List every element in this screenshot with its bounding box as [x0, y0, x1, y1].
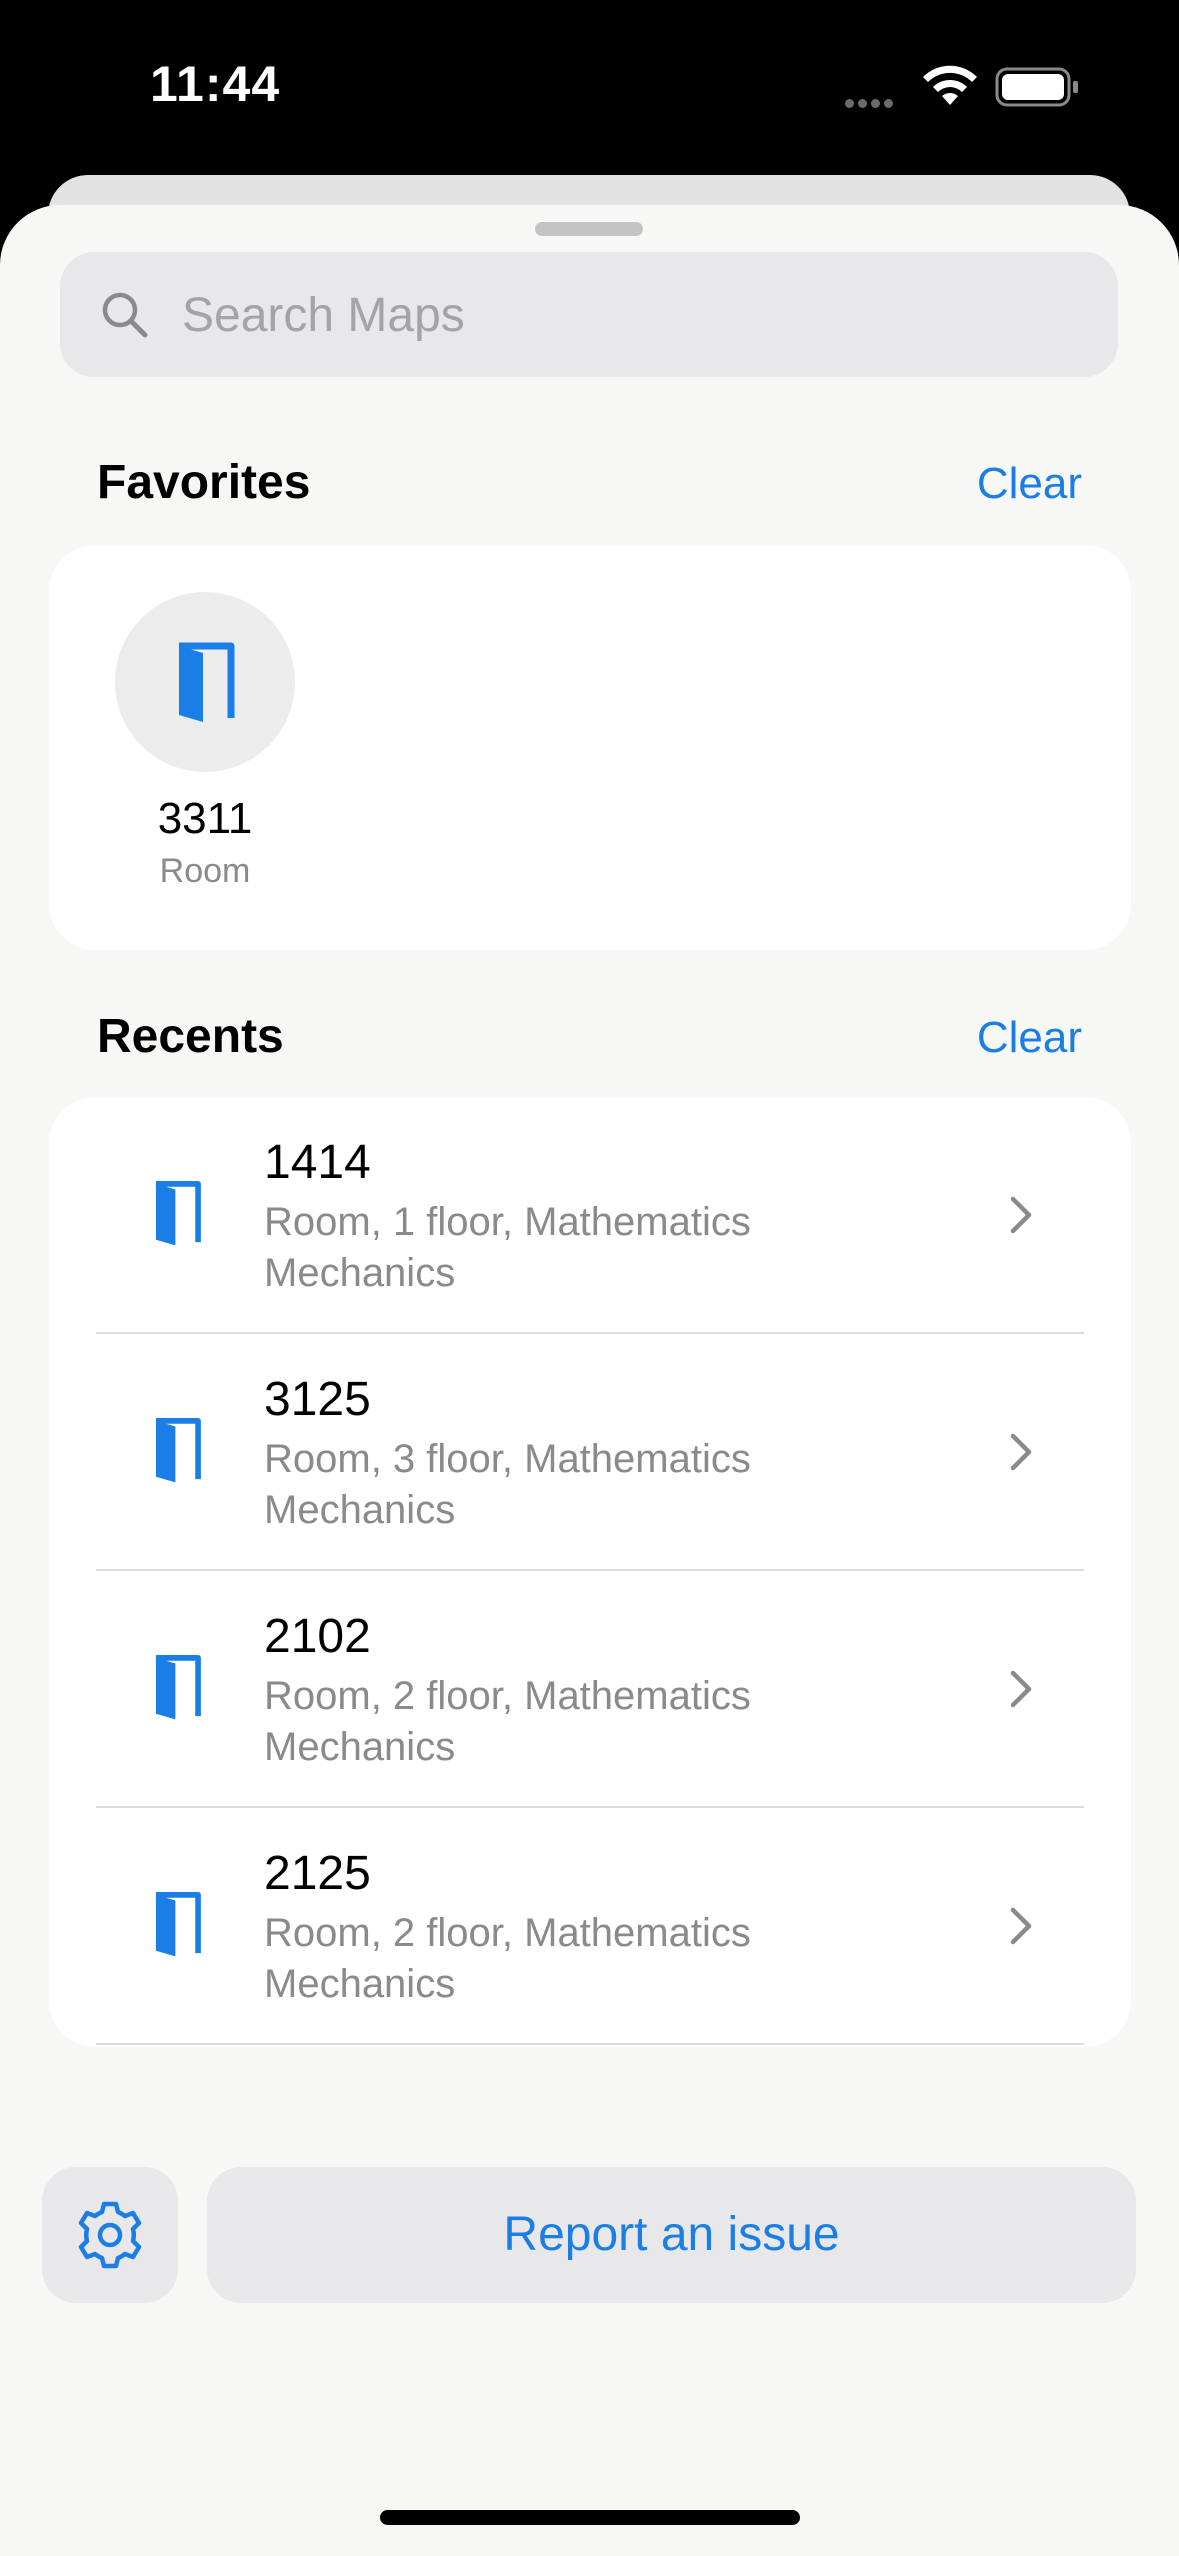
recent-item[interactable]: 3125 Room, 3 floor, Mathematics Mechanic… — [49, 1334, 1131, 1571]
recents-clear-button[interactable]: Clear — [977, 1013, 1082, 1063]
recents-card: 1414 Room, 1 floor, Mathematics Mechanic… — [49, 1097, 1131, 2047]
favorites-card: 3311 Room — [49, 545, 1131, 950]
recent-item[interactable]: 1414 Room, 1 floor, Mathematics Mechanic… — [49, 1097, 1131, 1334]
door-icon — [155, 1418, 201, 1483]
search-icon — [102, 292, 148, 338]
chevron-right-icon — [1010, 1196, 1032, 1234]
door-icon — [155, 1181, 201, 1246]
wifi-icon — [923, 65, 977, 105]
status-bar: 11:44 — [0, 0, 1179, 175]
recent-item-title: 3125 — [264, 1373, 371, 1426]
maps-sheet: Favorites Clear 3311 Room Recents Clear — [0, 205, 1179, 2556]
favorite-title: 3311 — [157, 794, 253, 843]
recent-item-subtitle: Room, 2 floor, Mathematics Mechanics — [264, 1674, 751, 1769]
recent-item-subtitle: Room, 3 floor, Mathematics Mechanics — [264, 1437, 751, 1532]
row-divider — [96, 2043, 1084, 2045]
recent-item-subtitle: Room, 1 floor, Mathematics Mechanics — [264, 1200, 751, 1295]
favorite-subtitle: Room — [159, 852, 251, 890]
door-icon — [155, 1655, 201, 1720]
chevron-right-icon — [1010, 1907, 1032, 1945]
recent-item-title: 1414 — [264, 1136, 371, 1189]
battery-icon — [995, 67, 1078, 107]
recents-title: Recents — [97, 1010, 284, 1063]
status-time: 11:44 — [150, 56, 281, 112]
settings-button[interactable] — [42, 2167, 178, 2303]
report-issue-button[interactable]: Report an issue — [207, 2167, 1136, 2303]
search-bar[interactable] — [60, 252, 1118, 377]
home-indicator — [380, 2510, 800, 2525]
cellular-signal-icon — [845, 95, 905, 108]
door-icon — [179, 642, 235, 722]
favorites-clear-button[interactable]: Clear — [977, 459, 1082, 509]
recent-item[interactable]: 2102 Room, 2 floor, Mathematics Mechanic… — [49, 1571, 1131, 1808]
favorite-item[interactable]: 3311 Room — [115, 592, 295, 891]
sheet-grabber[interactable] — [535, 222, 643, 236]
chevron-right-icon — [1010, 1433, 1032, 1471]
recent-item[interactable]: 2125 Room, 2 floor, Mathematics Mechanic… — [49, 1808, 1131, 2045]
recent-item-title: 2102 — [264, 1610, 371, 1663]
favorite-icon-circle — [115, 592, 295, 772]
recent-item-subtitle: Room, 2 floor, Mathematics Mechanics — [264, 1911, 751, 2006]
gear-icon — [78, 2201, 142, 2269]
recent-item-title: 2125 — [264, 1847, 371, 1900]
favorites-title: Favorites — [97, 456, 311, 509]
search-input[interactable] — [180, 272, 1084, 359]
screen: 11:44 Favorites Clear — [0, 0, 1179, 2556]
door-icon — [155, 1892, 201, 1957]
chevron-right-icon — [1010, 1670, 1032, 1708]
